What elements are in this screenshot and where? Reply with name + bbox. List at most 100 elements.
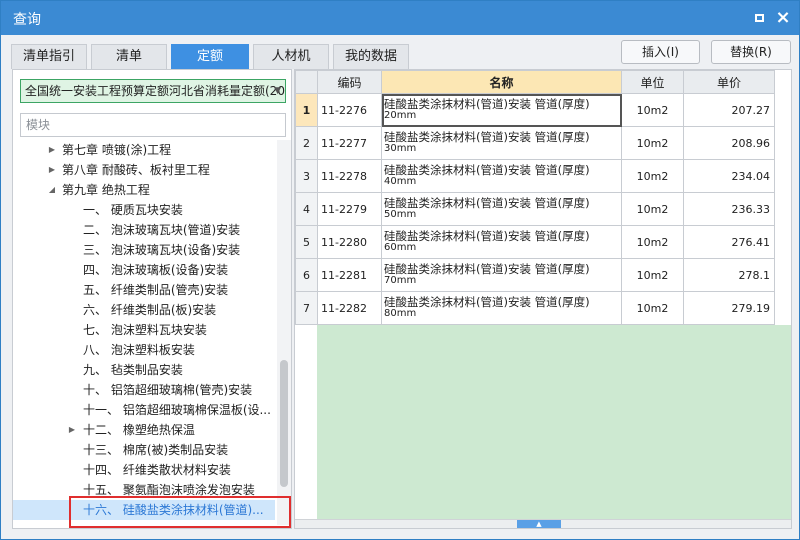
price-cell[interactable]: 276.41 <box>683 225 775 259</box>
module-search-input[interactable] <box>20 113 286 137</box>
tree-node[interactable]: 六、 纤维类制品(板)安装 <box>13 300 275 320</box>
thickness-text: 80mm <box>384 308 417 319</box>
table-row[interactable]: 2 11-2277 硅酸盐类涂抹材料(管道)安装 管道(厚度) 30mm 10m2 208… <box>295 126 775 160</box>
expand-arrow-icon[interactable]: ▶ <box>47 140 57 160</box>
name-cell[interactable]: 硅酸盐类涂抹材料(管道)安装 管道(厚度) 70mm <box>381 258 622 292</box>
name-header[interactable]: 名称 <box>381 70 622 94</box>
code-cell[interactable]: 11-2279 <box>317 192 382 226</box>
tree-node[interactable]: 十一、 铝箔超细玻璃棉保温板(设... <box>13 400 275 420</box>
tree-node-label: 十四、 纤维类散状材料安装 <box>83 463 231 477</box>
row-number[interactable]: 1 <box>295 93 318 127</box>
unit-cell[interactable]: 10m2 <box>621 225 684 259</box>
quota-database-value: 全国统一安装工程预算定额河北省消耗量定额(2012) <box>25 84 286 98</box>
tree-node[interactable]: 九、 毡类制品安装 <box>13 360 275 380</box>
tree-node-label: 十一、 铝箔超细玻璃棉保温板(设... <box>83 403 271 417</box>
tree-node[interactable]: 十四、 纤维类散状材料安装 <box>13 460 275 480</box>
table-row[interactable]: 6 11-2281 硅酸盐类涂抹材料(管道)安装 管道(厚度) 70mm 10m2 278… <box>295 258 775 292</box>
tree-node[interactable]: 十三、 棉席(被)类制品安装 <box>13 440 275 460</box>
price-cell[interactable]: 236.33 <box>683 192 775 226</box>
price-cell[interactable]: 208.96 <box>683 126 775 160</box>
tree-node[interactable]: 四、 泡沫玻璃板(设备)安装 <box>13 260 275 280</box>
tree-node[interactable]: 二、 泡沫玻璃瓦块(管道)安装 <box>13 220 275 240</box>
row-number[interactable]: 2 <box>295 126 318 160</box>
tab-list-guide[interactable]: 清单指引 <box>11 44 87 69</box>
name-text: 硅酸盐类涂抹材料(管道)安装 管道(厚度) <box>384 130 590 144</box>
unit-cell[interactable]: 10m2 <box>621 159 684 193</box>
row-number[interactable]: 6 <box>295 258 318 292</box>
thickness-text: 30mm <box>384 143 417 154</box>
unit-header[interactable]: 单位 <box>621 70 684 94</box>
tree-node-label: 二、 泡沫玻璃瓦块(管道)安装 <box>83 223 241 237</box>
code-cell[interactable]: 11-2276 <box>317 93 382 127</box>
code-cell[interactable]: 11-2277 <box>317 126 382 160</box>
tab-quota[interactable]: 定额 <box>171 44 249 69</box>
code-cell[interactable]: 11-2278 <box>317 159 382 193</box>
tree-node[interactable]: 十五、 聚氨酯泡沫喷涂发泡安装 <box>13 480 275 500</box>
quota-table: 编码 名称 单位 单价 1 11-2276 硅酸盐类涂抹材料(管道)安装 管道(厚度… <box>295 70 775 325</box>
tree-node-label: 七、 泡沫塑料瓦块安装 <box>83 323 207 337</box>
tree-node[interactable]: 十六、 硅酸盐类涂抹材料(管道)... <box>13 500 275 520</box>
price-cell[interactable]: 278.1 <box>683 258 775 292</box>
unit-cell[interactable]: 10m2 <box>621 93 684 127</box>
name-cell[interactable]: 硅酸盐类涂抹材料(管道)安装 管道(厚度) 50mm <box>381 192 622 226</box>
price-cell[interactable]: 279.19 <box>683 291 775 325</box>
tree-node[interactable]: ▶ 十二、 橡塑绝热保温 <box>13 420 275 440</box>
close-icon[interactable]: × <box>773 8 793 28</box>
tree-node-label: 一、 硬质瓦块安装 <box>83 203 183 217</box>
code-header[interactable]: 编码 <box>317 70 382 94</box>
name-text: 硅酸盐类涂抹材料(管道)安装 管道(厚度) <box>384 163 590 177</box>
name-cell[interactable]: 硅酸盐类涂抹材料(管道)安装 管道(厚度) 20mm <box>381 93 622 127</box>
expand-arrow-icon[interactable]: ▶ <box>67 420 77 440</box>
tree-node[interactable]: 十、 铝箔超细玻璃棉(管壳)安装 <box>13 380 275 400</box>
tree-node[interactable]: 八、 泡沫塑料板安装 <box>13 340 275 360</box>
tree-node[interactable]: ▶ 第八章 耐酸砖、板衬里工程 <box>13 160 275 180</box>
chevron-down-icon[interactable]: ▼ <box>274 80 281 102</box>
name-cell[interactable]: 硅酸盐类涂抹材料(管道)安装 管道(厚度) 30mm <box>381 126 622 160</box>
tree-node[interactable]: 三、 泡沫玻璃瓦块(设备)安装 <box>13 240 275 260</box>
rownum-header <box>295 70 318 94</box>
unit-cell[interactable]: 10m2 <box>621 258 684 292</box>
minimize-icon[interactable] <box>749 8 769 28</box>
price-cell[interactable]: 234.04 <box>683 159 775 193</box>
code-cell[interactable]: 11-2282 <box>317 291 382 325</box>
tree-node[interactable]: ▶ 第七章 喷镀(涂)工程 <box>13 140 275 160</box>
tab-labor-material-machine[interactable]: 人材机 <box>253 44 329 69</box>
scroll-handle-icon[interactable]: ▲ <box>517 520 561 528</box>
table-row[interactable]: 5 11-2280 硅酸盐类涂抹材料(管道)安装 管道(厚度) 60mm 10m2 276… <box>295 225 775 259</box>
code-cell[interactable]: 11-2280 <box>317 225 382 259</box>
unit-cell[interactable]: 10m2 <box>621 291 684 325</box>
quota-database-select[interactable]: 全国统一安装工程预算定额河北省消耗量定额(2012) ▼ <box>20 79 286 103</box>
unit-cell[interactable]: 10m2 <box>621 192 684 226</box>
table-row[interactable]: 7 11-2282 硅酸盐类涂抹材料(管道)安装 管道(厚度) 80mm 10m2 279… <box>295 291 775 325</box>
expand-open-icon[interactable]: ◢ <box>47 180 57 200</box>
price-header[interactable]: 单价 <box>683 70 775 94</box>
tab-list[interactable]: 清单 <box>91 44 167 69</box>
code-cell[interactable]: 11-2281 <box>317 258 382 292</box>
chapter-tree: ▶ 第七章 喷镀(涂)工程 ▶ 第八章 耐酸砖、板衬里工程 ◢ 第九章 绝热工程一、 硬质… <box>13 140 275 525</box>
tree-node[interactable]: 一、 硬质瓦块安装 <box>13 200 275 220</box>
table-row[interactable]: 4 11-2279 硅酸盐类涂抹材料(管道)安装 管道(厚度) 50mm 10m2 236… <box>295 192 775 226</box>
tree-node[interactable]: ◢ 第九章 绝热工程 <box>13 180 275 200</box>
tree-node-label: 第九章 绝热工程 <box>62 183 150 197</box>
tree-node-label: 三、 泡沫玻璃瓦块(设备)安装 <box>83 243 241 257</box>
unit-cell[interactable]: 10m2 <box>621 126 684 160</box>
expand-arrow-icon[interactable]: ▶ <box>47 160 57 180</box>
name-cell[interactable]: 硅酸盐类涂抹材料(管道)安装 管道(厚度) 80mm <box>381 291 622 325</box>
name-cell[interactable]: 硅酸盐类涂抹材料(管道)安装 管道(厚度) 40mm <box>381 159 622 193</box>
horizontal-scrollbar[interactable]: ▲ <box>295 519 791 528</box>
tree-scrollbar[interactable] <box>277 140 291 525</box>
replace-button[interactable]: 替换(R) <box>711 40 791 64</box>
price-cell[interactable]: 207.27 <box>683 93 775 127</box>
tab-my-data[interactable]: 我的数据 <box>333 44 409 69</box>
name-cell[interactable]: 硅酸盐类涂抹材料(管道)安装 管道(厚度) 60mm <box>381 225 622 259</box>
row-number[interactable]: 3 <box>295 159 318 193</box>
row-number[interactable]: 4 <box>295 192 318 226</box>
tree-node[interactable]: 七、 泡沫塑料瓦块安装 <box>13 320 275 340</box>
tree-node[interactable]: 五、 纤维类制品(管壳)安装 <box>13 280 275 300</box>
table-row[interactable]: 3 11-2278 硅酸盐类涂抹材料(管道)安装 管道(厚度) 40mm 10m2 234… <box>295 159 775 193</box>
tree-scroll-thumb[interactable] <box>280 360 288 487</box>
insert-button[interactable]: 插入(I) <box>621 40 700 64</box>
table-row[interactable]: 1 11-2276 硅酸盐类涂抹材料(管道)安装 管道(厚度) 20mm 10m2 207… <box>295 93 775 127</box>
row-number[interactable]: 5 <box>295 225 318 259</box>
row-number[interactable]: 7 <box>295 291 318 325</box>
